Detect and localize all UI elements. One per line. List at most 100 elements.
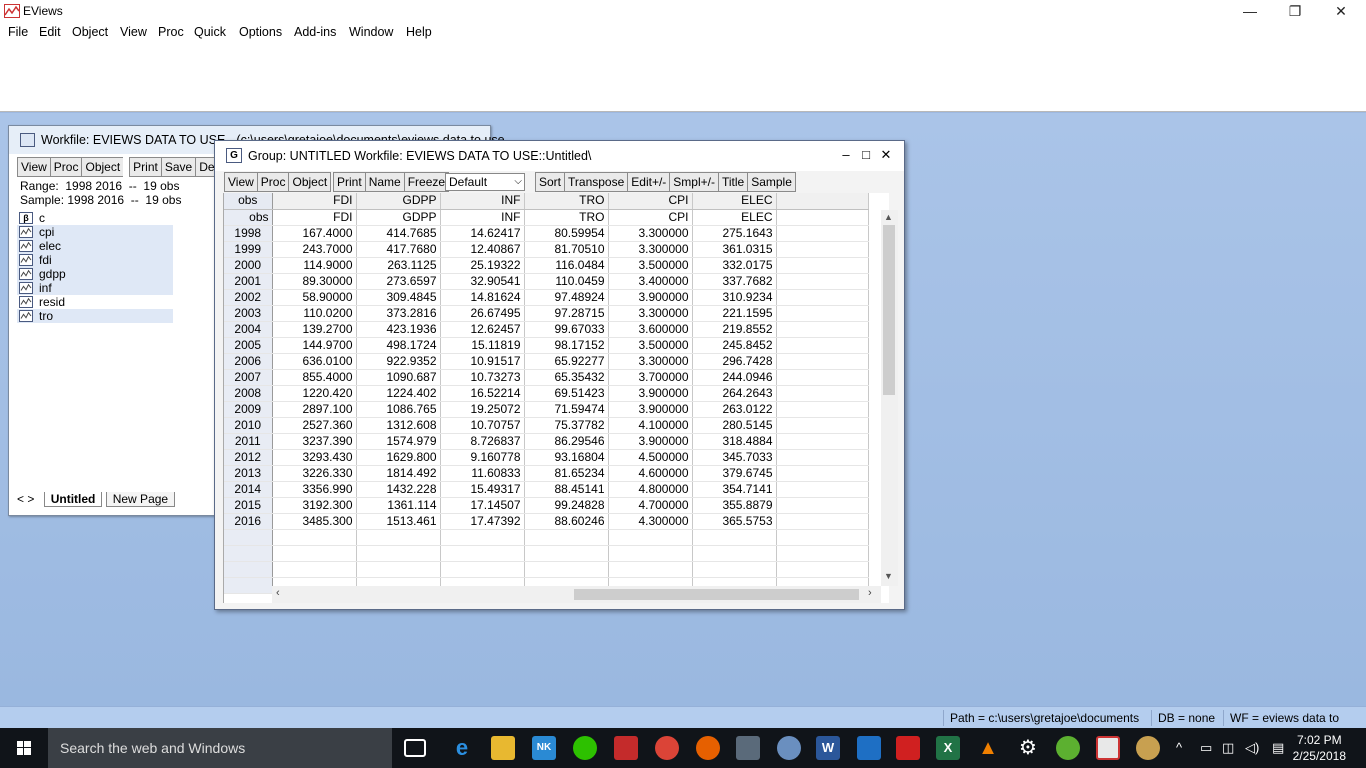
data-cell[interactable]: 4.300000 (608, 513, 693, 530)
empty-cell[interactable] (524, 529, 609, 546)
empty-cell[interactable] (524, 545, 609, 562)
obs-cell[interactable]: 1998 (224, 225, 273, 242)
data-cell[interactable]: 12.62457 (440, 321, 525, 338)
data-cell[interactable]: 16.52214 (440, 385, 525, 402)
restore-button[interactable]: ❐ (1272, 0, 1318, 22)
grp-transpose-button[interactable]: Transpose (564, 172, 628, 192)
grp-freeze-button[interactable]: Freeze (403, 172, 450, 192)
eviews-taskbar-icon[interactable] (1096, 736, 1120, 760)
obs-cell[interactable]: 2011 (224, 433, 273, 450)
obs-cell[interactable]: 2016 (224, 513, 273, 530)
obs-header[interactable]: obs (224, 193, 273, 210)
data-cell[interactable]: 3237.390 (272, 433, 357, 450)
empty-cell[interactable] (272, 529, 357, 546)
empty-cell[interactable] (776, 225, 869, 242)
data-cell[interactable]: 26.67495 (440, 305, 525, 322)
grp-smpl-button[interactable]: Smpl+/- (669, 172, 718, 192)
data-cell[interactable]: 80.59954 (524, 225, 609, 242)
group-maximize-button[interactable]: □ (858, 147, 874, 162)
data-cell[interactable]: 167.4000 (272, 225, 357, 242)
data-cell[interactable]: 417.7680 (356, 241, 441, 258)
data-cell[interactable]: 19.25072 (440, 401, 525, 418)
data-cell[interactable]: 15.49317 (440, 481, 525, 498)
obs-cell[interactable]: 2001 (224, 273, 273, 290)
scroll-down-icon[interactable]: ▼ (884, 571, 893, 581)
scroll-left-icon[interactable]: ‹ (276, 587, 280, 599)
grp-object-button[interactable]: Object (288, 172, 332, 192)
data-cell[interactable]: 219.8552 (692, 321, 777, 338)
data-cell[interactable]: 17.14507 (440, 497, 525, 514)
grp-proc-button[interactable]: Proc (256, 172, 289, 192)
vertical-scrollbar[interactable]: ▲ ▼ (881, 210, 898, 586)
obs-cell[interactable]: 2008 (224, 385, 273, 402)
data-cell[interactable]: 99.67033 (524, 321, 609, 338)
column-header[interactable]: FDI (272, 193, 357, 210)
data-cell[interactable]: 1086.765 (356, 401, 441, 418)
data-cell[interactable]: 3192.300 (272, 497, 357, 514)
column-header[interactable]: GDPP (356, 193, 441, 210)
obs-cell[interactable] (224, 561, 273, 578)
column-header[interactable]: ELEC (692, 193, 777, 210)
data-cell[interactable]: 4.500000 (608, 449, 693, 466)
data-cell[interactable]: 1432.228 (356, 481, 441, 498)
nk-app-icon[interactable]: NK (532, 736, 556, 760)
empty-cell[interactable] (776, 433, 869, 450)
obs-cell[interactable]: 2009 (224, 401, 273, 418)
data-cell[interactable]: 75.37782 (524, 417, 609, 434)
wf-proc-button[interactable]: Proc (49, 157, 82, 177)
empty-cell[interactable] (776, 369, 869, 386)
empty-cell[interactable] (776, 545, 869, 562)
series-name-cell[interactable]: CPI (608, 209, 693, 226)
action-center-icon[interactable]: ▤ (1272, 740, 1284, 756)
object-item-resid[interactable]: resid (17, 295, 173, 309)
object-item-fdi[interactable]: fdi (17, 253, 173, 267)
empty-cell[interactable] (692, 529, 777, 546)
data-cell[interactable]: 361.0315 (692, 241, 777, 258)
vertical-scroll-thumb[interactable] (883, 225, 895, 395)
data-cell[interactable]: 97.48924 (524, 289, 609, 306)
data-cell[interactable]: 379.6745 (692, 465, 777, 482)
empty-cell[interactable] (776, 353, 869, 370)
mendeley-icon[interactable] (614, 736, 638, 760)
horizontal-scroll-thumb[interactable] (574, 589, 859, 600)
data-cell[interactable]: 3.300000 (608, 305, 693, 322)
data-cell[interactable]: 144.9700 (272, 337, 357, 354)
menu-options[interactable]: Options (239, 25, 282, 39)
data-cell[interactable]: 3356.990 (272, 481, 357, 498)
data-cell[interactable]: 4.800000 (608, 481, 693, 498)
empty-cell[interactable] (608, 545, 693, 562)
data-cell[interactable]: 636.0100 (272, 353, 357, 370)
data-cell[interactable]: 65.92277 (524, 353, 609, 370)
tray-chevron-up-icon[interactable]: ^ (1176, 740, 1182, 755)
data-cell[interactable]: 110.0459 (524, 273, 609, 290)
firefox-icon[interactable] (696, 736, 720, 760)
empty-cell[interactable] (440, 561, 525, 578)
data-cell[interactable]: 3226.330 (272, 465, 357, 482)
data-cell[interactable]: 332.0175 (692, 257, 777, 274)
empty-cell[interactable] (776, 449, 869, 466)
wechat-icon[interactable] (573, 736, 597, 760)
task-view-icon[interactable] (404, 739, 426, 757)
wf-view-button[interactable]: View (17, 157, 50, 177)
column-header[interactable]: TRO (524, 193, 609, 210)
data-cell[interactable]: 17.47392 (440, 513, 525, 530)
object-item-tro[interactable]: tro (17, 309, 173, 323)
menu-quick[interactable]: Quick (194, 25, 226, 39)
remote-desktop-icon[interactable] (736, 736, 760, 760)
obs-cell[interactable]: 2007 (224, 369, 273, 386)
data-cell[interactable]: 116.0484 (524, 257, 609, 274)
data-cell[interactable]: 32.90541 (440, 273, 525, 290)
data-cell[interactable]: 498.1724 (356, 337, 441, 354)
data-cell[interactable]: 3.500000 (608, 337, 693, 354)
data-cell[interactable]: 309.4845 (356, 289, 441, 306)
data-cell[interactable]: 273.6597 (356, 273, 441, 290)
empty-cell[interactable] (272, 545, 357, 562)
command-window[interactable] (0, 44, 1366, 112)
empty-cell[interactable] (776, 241, 869, 258)
obs-cell[interactable]: 2005 (224, 337, 273, 354)
menu-help[interactable]: Help (406, 25, 432, 39)
empty-cell[interactable] (608, 561, 693, 578)
data-cell[interactable]: 10.73273 (440, 369, 525, 386)
obs-cell[interactable]: 2000 (224, 257, 273, 274)
grp-edit-button[interactable]: Edit+/- (627, 172, 670, 192)
